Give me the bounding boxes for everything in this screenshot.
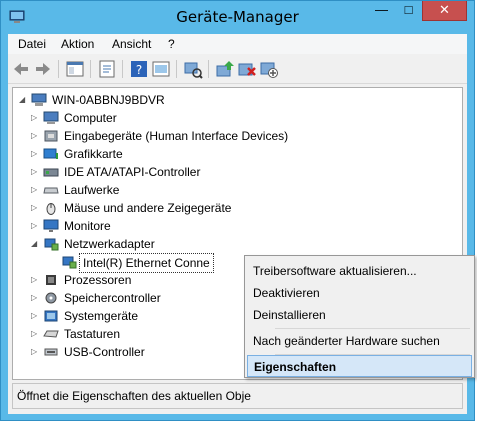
expand-arrow-icon[interactable]: ▷	[31, 109, 39, 127]
tree-category-label: Tastaturen	[64, 327, 121, 341]
tree-category-label: Mäuse und andere Zeigegeräte	[64, 201, 232, 215]
tree-category-label: Netzwerkadapter	[64, 237, 155, 251]
disk-drive-icon	[43, 187, 59, 194]
expand-arrow-icon[interactable]: ▷	[31, 163, 39, 181]
context-scan-hardware[interactable]: Nach geänderter Hardware suchen	[247, 330, 472, 352]
show-hide-console-tree-icon[interactable]	[65, 59, 85, 79]
expand-arrow-icon[interactable]: ▷	[31, 199, 39, 217]
computer-icon	[43, 111, 59, 124]
show-device-icon[interactable]	[151, 59, 171, 79]
tree-category-label: Prozessoren	[64, 273, 132, 287]
menu-datei[interactable]: Datei	[18, 37, 46, 51]
context-properties[interactable]: Eigenschaften	[247, 355, 472, 377]
forward-arrow-icon[interactable]	[33, 59, 53, 79]
tree-category-label: Eingabegeräte (Human Interface Devices)	[64, 129, 289, 143]
tree-category-label: Systemgeräte	[64, 309, 139, 323]
tree-category-label: Monitore	[64, 219, 111, 233]
status-text: Öffnet die Eigenschaften des aktuellen O…	[17, 389, 251, 403]
menu-bar: Datei Aktion Ansicht ?	[8, 34, 467, 54]
scan-hardware-icon[interactable]	[183, 59, 203, 79]
toolbar-separator	[176, 60, 177, 78]
tree-category-label: USB-Controller	[64, 345, 145, 359]
ide-controller-icon	[43, 168, 59, 177]
processor-icon	[46, 275, 56, 285]
tree-category-label: Laufwerke	[64, 183, 120, 197]
menu-aktion[interactable]: Aktion	[61, 37, 94, 51]
expand-arrow-icon[interactable]: ▷	[31, 217, 39, 235]
menu-ansicht[interactable]: Ansicht	[112, 37, 151, 51]
title-bar[interactable]: Geräte-Manager — □ ✕	[1, 1, 474, 34]
expand-arrow-icon[interactable]: ▷	[31, 181, 39, 199]
hid-icon	[44, 130, 58, 142]
expand-arrow-icon[interactable]: ▷	[31, 271, 39, 289]
expand-arrow-icon[interactable]: ▷	[31, 343, 39, 361]
status-bar: Öffnet die Eigenschaften des aktuellen O…	[12, 383, 463, 409]
properties-icon[interactable]	[97, 59, 117, 79]
context-uninstall[interactable]: Deinstallieren	[247, 304, 472, 326]
monitor-icon	[43, 219, 59, 232]
expand-arrow-icon[interactable]: ▷	[31, 145, 39, 163]
minimize-button[interactable]: —	[368, 1, 395, 21]
usb-controller-icon	[44, 348, 58, 356]
expand-arrow-icon[interactable]: ▷	[31, 127, 39, 145]
tree-root-label: WIN-0ABBNJ9BDVR	[52, 93, 165, 107]
network-adapter-icon	[62, 256, 77, 269]
display-adapter-icon	[43, 148, 58, 159]
expand-arrow-icon[interactable]: ▷	[31, 307, 39, 325]
expand-arrow-icon[interactable]: ▷	[31, 325, 39, 343]
toolbar-separator	[208, 60, 209, 78]
computer-icon	[31, 93, 47, 106]
disable-device-icon[interactable]	[259, 59, 279, 79]
toolbar: ?	[8, 54, 467, 84]
collapse-arrow-icon[interactable]: ◢	[31, 235, 39, 253]
back-arrow-icon[interactable]	[11, 59, 31, 79]
tree-category-label: Computer	[64, 111, 117, 125]
keyboard-icon	[43, 330, 59, 338]
close-button[interactable]: ✕	[422, 1, 467, 21]
context-menu: Treibersoftware aktualisieren... Deaktiv…	[244, 255, 475, 378]
maximize-button[interactable]: □	[395, 1, 422, 21]
expand-arrow-icon[interactable]: ▷	[31, 289, 39, 307]
menu-help[interactable]: ?	[168, 37, 175, 51]
toolbar-separator	[90, 60, 91, 78]
update-driver-icon[interactable]	[215, 59, 235, 79]
svg-text:?: ?	[136, 63, 142, 77]
help-icon[interactable]: ?	[129, 59, 149, 79]
collapse-arrow-icon[interactable]: ◢	[19, 91, 27, 109]
toolbar-separator	[58, 60, 59, 78]
tree-category-label: IDE ATA/ATAPI-Controller	[64, 165, 201, 179]
storage-controller-icon	[45, 292, 57, 304]
mouse-icon	[46, 203, 56, 215]
network-adapter-icon	[44, 238, 59, 251]
tree-category-label: Speichercontroller	[64, 291, 161, 305]
uninstall-device-icon[interactable]	[237, 59, 257, 79]
toolbar-separator	[122, 60, 123, 78]
tree-device-label: Intel(R) Ethernet Conne	[79, 253, 214, 273]
context-disable[interactable]: Deaktivieren	[247, 282, 472, 304]
system-devices-icon	[44, 310, 58, 322]
context-separator	[275, 328, 470, 329]
tree-category-label: Grafikkarte	[64, 147, 123, 161]
context-update-driver[interactable]: Treibersoftware aktualisieren...	[247, 260, 472, 282]
